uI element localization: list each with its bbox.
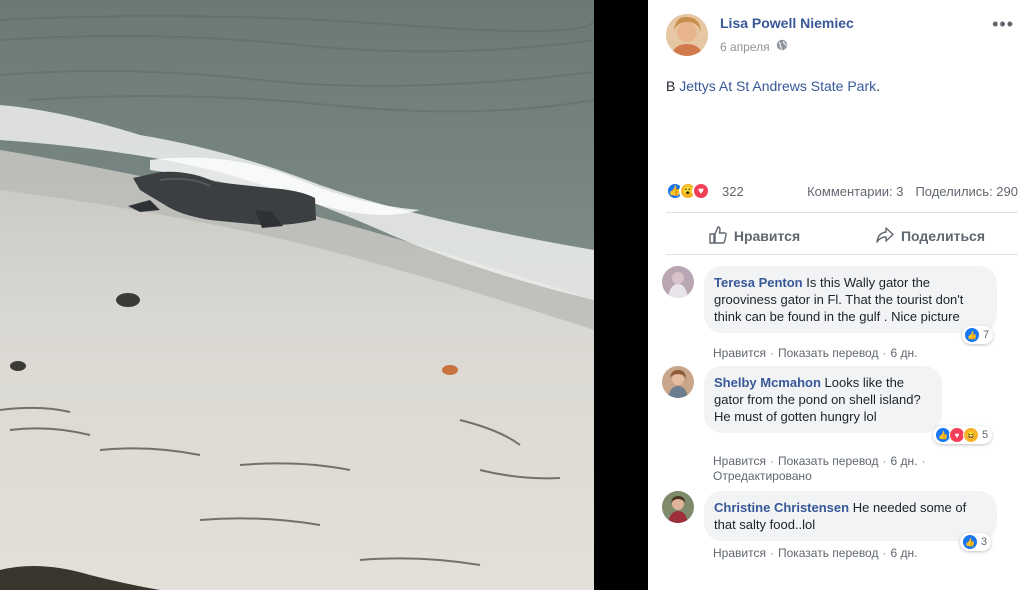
post-location: В Jettys At St Andrews State Park. <box>666 78 880 94</box>
divider <box>666 212 1018 213</box>
more-options-icon[interactable]: ••• <box>992 14 1014 35</box>
post-actions: Нравится Поделиться <box>666 222 1018 250</box>
location-suffix: . <box>876 78 880 94</box>
commenter-name[interactable]: Teresa Penton <box>714 275 803 290</box>
like-reaction-icon: 👍 <box>964 327 980 343</box>
comment-bubble: Shelby Mcmahon Looks like the gator from… <box>704 366 942 433</box>
shares-count[interactable]: Поделились: 290 <box>915 184 1018 199</box>
comment-reaction-count: 3 <box>981 536 988 548</box>
reaction-count[interactable]: 322 <box>722 184 744 199</box>
like-reaction-icon: 👍 <box>962 534 978 550</box>
post-meta: 6 апреля <box>720 39 788 54</box>
post-stats: 👍 😮 ♥ 322 Комментарии: 3 Поделились: 290 <box>666 182 1018 202</box>
comments-section: Teresa Penton Is this Wally gator the gr… <box>648 256 1024 590</box>
edited-label[interactable]: Отредактировано <box>713 469 812 483</box>
thumbs-up-icon <box>708 225 728 248</box>
comment-like-link[interactable]: Нравится <box>713 346 766 360</box>
comment-actions: Нравится · Показать перевод · 6 дн. <box>713 546 918 560</box>
comment-like-link[interactable]: Нравится <box>713 546 766 560</box>
share-arrow-icon <box>875 225 895 248</box>
comment-reactions[interactable]: 👍 ♥ 😆 5 <box>933 426 993 444</box>
post-photo[interactable] <box>0 0 594 590</box>
photo-alligator-beach <box>0 0 594 590</box>
comment-bubble: Christine Christensen He needed some of … <box>704 491 997 541</box>
comment-reactions[interactable]: 👍 3 <box>960 533 992 551</box>
post-panel: Lisa Powell Niemiec 6 апреля ••• В Jetty… <box>648 0 1024 590</box>
show-translation-link[interactable]: Показать перевод <box>778 346 879 360</box>
engagement-counts: Комментарии: 3 Поделились: 290 <box>807 184 1018 199</box>
love-reaction-icon: ♥ <box>692 182 710 200</box>
haha-reaction-icon: 😆 <box>963 427 979 443</box>
globe-icon <box>776 39 788 54</box>
comment-actions: Нравится · Показать перевод · 6 дн. · <box>713 454 926 468</box>
comment-actions: Нравится · Показать перевод · 6 дн. <box>713 346 918 360</box>
commenter-avatar[interactable] <box>662 491 694 523</box>
comment-time[interactable]: 6 дн. <box>890 346 917 360</box>
comment-time[interactable]: 6 дн. <box>890 546 917 560</box>
reaction-icons[interactable]: 👍 😮 ♥ <box>666 182 710 200</box>
commenter-name[interactable]: Christine Christensen <box>714 500 849 515</box>
share-button[interactable]: Поделиться <box>842 222 1018 250</box>
author-avatar[interactable] <box>666 14 708 56</box>
comment-time[interactable]: 6 дн. <box>890 454 917 468</box>
commenter-avatar[interactable] <box>662 266 694 298</box>
like-button-label: Нравится <box>733 228 801 244</box>
comment-like-link[interactable]: Нравится <box>713 454 766 468</box>
author-name[interactable]: Lisa Powell Niemiec <box>720 15 854 31</box>
like-button[interactable]: Нравится <box>666 222 842 250</box>
commenter-name[interactable]: Shelby Mcmahon <box>714 375 821 390</box>
location-prefix: В <box>666 78 676 94</box>
comments-count[interactable]: Комментарии: 3 <box>807 184 903 199</box>
comment-reaction-count: 5 <box>982 429 989 441</box>
divider <box>666 254 1018 255</box>
comment-bubble: Teresa Penton Is this Wally gator the gr… <box>704 266 997 333</box>
comment-reaction-count: 7 <box>983 329 990 341</box>
post-date[interactable]: 6 апреля <box>720 40 770 54</box>
comment-reactions[interactable]: 👍 7 <box>962 326 994 344</box>
show-translation-link[interactable]: Показать перевод <box>778 454 879 468</box>
photo-gap <box>594 0 648 590</box>
location-link[interactable]: Jettys At St Andrews State Park <box>679 78 876 94</box>
commenter-avatar[interactable] <box>662 366 694 398</box>
share-button-label: Поделиться <box>900 228 986 244</box>
show-translation-link[interactable]: Показать перевод <box>778 546 879 560</box>
